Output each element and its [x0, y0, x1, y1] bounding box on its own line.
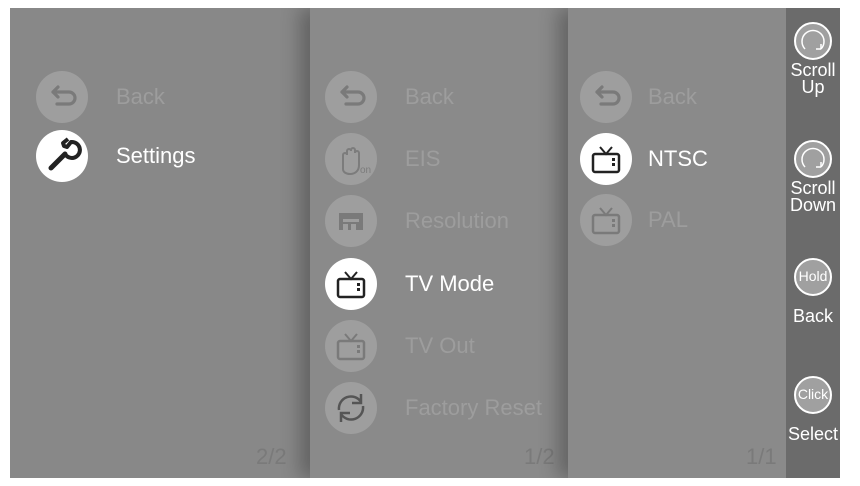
menu-item-resolution[interactable]: Resolution [325, 194, 509, 248]
tv-icon [580, 194, 632, 246]
page-indicator: 1/2 [524, 444, 555, 469]
menu-item-pal[interactable]: PAL [580, 193, 688, 247]
control-hints-sidebar: Scroll Up Scroll Down Hold Back Click Se… [786, 8, 840, 478]
menu-panel-main: Back Settings 2/2 [10, 8, 310, 478]
reset-arrows-icon [325, 382, 377, 434]
hold-back-button[interactable]: Hold Back [786, 258, 840, 325]
tv-icon [325, 320, 377, 372]
menu-item-label: TV Mode [405, 271, 495, 296]
menu-item-tv-out[interactable]: TV Out [325, 319, 475, 373]
menu-item-back[interactable]: Back [36, 70, 165, 124]
menu-item-label: NTSC [648, 146, 708, 171]
menu-panel-settings: Back on EIS Resolution TV Mode TV Out Fa… [310, 8, 568, 478]
menu-item-settings[interactable]: Settings [36, 129, 196, 183]
scroll-up-button[interactable]: Scroll Up [786, 22, 840, 96]
menu-item-tv-mode[interactable]: TV Mode [325, 257, 494, 311]
wrench-icon [36, 130, 88, 182]
menu-item-label: Factory Reset [405, 395, 542, 420]
menu-item-label: TV Out [405, 333, 475, 358]
hold-circle: Hold [794, 258, 832, 296]
camera-menu-screen: Back Settings 2/2 Back on EIS Resolution… [10, 8, 840, 478]
menu-item-label: EIS [405, 146, 441, 171]
page-indicator: 2/2 [256, 444, 287, 469]
resolution-icon [325, 195, 377, 247]
back-arrow-icon [325, 71, 377, 123]
menu-item-label: Resolution [405, 208, 509, 233]
menu-item-factory-reset[interactable]: Factory Reset [325, 381, 542, 435]
tv-icon [325, 258, 377, 310]
svg-text:on: on [360, 165, 371, 176]
menu-item-ntsc[interactable]: NTSC [580, 132, 708, 186]
click-select-label: Select [787, 424, 839, 444]
menu-item-back[interactable]: Back [580, 70, 697, 124]
rotate-clockwise-icon [794, 22, 832, 60]
back-arrow-icon [580, 71, 632, 123]
hold-back-label: Back [792, 306, 834, 326]
scroll-down-button[interactable]: Scroll Down [786, 140, 840, 214]
menu-item-label: PAL [648, 207, 688, 232]
click-select-button[interactable]: Click Select [786, 376, 840, 443]
rotate-clockwise-icon [794, 140, 832, 178]
eis-hand-icon: on [325, 133, 377, 185]
menu-item-eis[interactable]: on EIS [325, 132, 440, 186]
menu-item-back[interactable]: Back [325, 70, 454, 124]
tv-icon [580, 133, 632, 185]
menu-item-label: Back [648, 84, 697, 109]
click-circle: Click [794, 376, 832, 414]
click-circle-text: Click [797, 386, 829, 402]
back-arrow-icon [36, 71, 88, 123]
page-indicator: 1/1 [746, 444, 777, 469]
menu-panel-tv-mode: Back NTSC PAL 1/1 [568, 8, 786, 478]
hold-circle-text: Hold [798, 268, 828, 284]
menu-item-label: Back [116, 84, 165, 109]
scroll-down-label: Scroll Down [789, 178, 837, 215]
menu-item-label: Settings [116, 143, 196, 168]
menu-item-label: Back [405, 84, 454, 109]
scroll-up-label: Scroll Up [790, 60, 836, 97]
